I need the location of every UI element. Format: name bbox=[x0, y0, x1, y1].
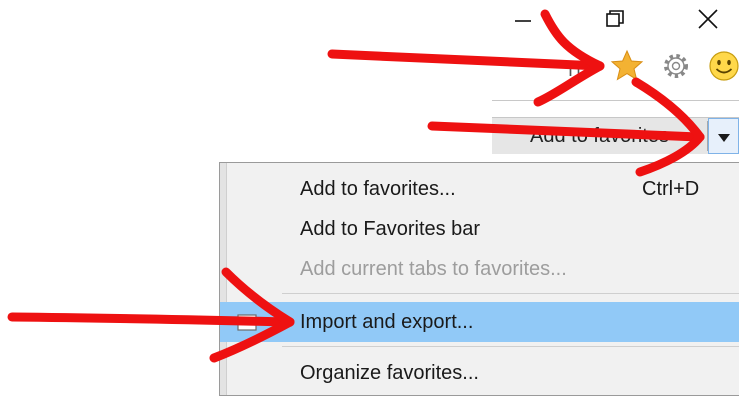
favorites-star-icon[interactable] bbox=[609, 48, 645, 84]
add-to-favorites-button[interactable]: Add to favorites bbox=[492, 118, 707, 154]
menu-item-add-to-favorites-bar[interactable]: Add to Favorites bar bbox=[220, 209, 739, 249]
menu-item-label: Organize favorites... bbox=[300, 362, 479, 384]
menu-separator bbox=[282, 293, 739, 294]
menu-item-label: Add to Favorites bar bbox=[300, 218, 481, 240]
annotation-arrow bbox=[533, 9, 605, 107]
menu-item-label: Add to favorites... bbox=[300, 178, 456, 200]
menu-item-import-and-export[interactable]: Import and export... bbox=[220, 302, 739, 342]
toolbar-divider bbox=[492, 100, 739, 101]
favorites-dropdown-menu: Add to favorites... Ctrl+D Add to Favori… bbox=[219, 162, 739, 396]
menu-separator bbox=[282, 346, 739, 347]
menu-item-add-current-tabs: Add current tabs to favorites... bbox=[220, 249, 739, 289]
favorites-dropdown-button[interactable] bbox=[708, 118, 739, 154]
dropdown-arrow-icon bbox=[718, 134, 730, 142]
menu-item-label: Import and export... bbox=[300, 311, 474, 333]
restore-button[interactable] bbox=[598, 4, 634, 34]
menu-item-add-to-favorites[interactable]: Add to favorites... Ctrl+D bbox=[220, 169, 739, 209]
import-export-icon bbox=[236, 312, 260, 334]
minimize-button[interactable] bbox=[505, 4, 541, 34]
menu-item-organize-favorites[interactable]: Organize favorites... bbox=[220, 353, 739, 393]
menu-item-shortcut: Ctrl+D bbox=[642, 178, 700, 200]
favorites-bar: Add to favorites bbox=[492, 117, 739, 154]
feedback-smiley-icon[interactable] bbox=[706, 48, 739, 84]
toolbar-text-fragment: Tı bbox=[565, 60, 581, 80]
annotation-arrow bbox=[327, 49, 605, 71]
settings-gear-icon[interactable] bbox=[658, 48, 694, 84]
menu-item-label: Add current tabs to favorites... bbox=[300, 258, 567, 280]
close-button[interactable] bbox=[690, 4, 726, 34]
